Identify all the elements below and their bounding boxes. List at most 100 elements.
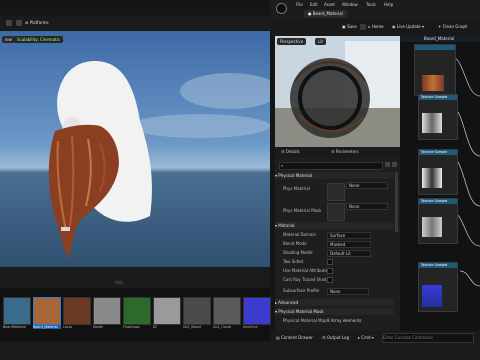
asset-label: Flowmaps xyxy=(123,325,140,329)
texture-preview xyxy=(422,168,442,188)
live-update-button[interactable]: ◉ Live Update ▾ xyxy=(392,24,424,29)
viewport[interactable]: iew Scalability: Cinematic xyxy=(0,31,270,267)
property-label: Cast Ray Traced Shad... xyxy=(283,277,331,282)
asset-thumbnail[interactable] xyxy=(243,297,271,325)
menu-item[interactable]: Window xyxy=(342,2,358,7)
scalability-badge[interactable]: Scalability: Cinematic xyxy=(14,36,64,43)
search-icon: ⌕ xyxy=(281,163,284,168)
asset-label: ID xyxy=(153,325,157,329)
material-preview[interactable]: Perspective Lit xyxy=(275,36,400,147)
content-drawer-button[interactable]: ▤ Content Drawer xyxy=(276,335,313,340)
lit-mode-button[interactable]: Lit xyxy=(315,38,326,45)
graph-node[interactable] xyxy=(414,44,456,96)
graph-node-texture-sample[interactable]: Texture Sample xyxy=(418,198,458,244)
asset-label: Innerline xyxy=(243,325,258,329)
viewport-bottom-bar xyxy=(0,267,270,288)
asset-tab[interactable]: ● Beard_Material xyxy=(304,10,347,18)
asset-label: Depth xyxy=(93,325,104,329)
property-dropdown[interactable]: Surface xyxy=(327,232,371,239)
settings-icon[interactable] xyxy=(385,162,390,167)
asset-thumbnail[interactable] xyxy=(123,297,151,325)
right-statusbar: ▤ Content Drawer ☰ Output Log ▸ Cmd ▾ En… xyxy=(270,331,480,360)
left-toolbar: ⊞ Platforms xyxy=(0,15,270,31)
material-graph[interactable]: Beard_Material Texture Sample Texture Sam… xyxy=(400,36,480,331)
home-button[interactable]: ⌂ Home xyxy=(368,24,384,29)
property-label: Use Material Attributes xyxy=(283,268,330,273)
phys-material-mask-label: Phys Material Mask xyxy=(283,208,322,213)
property-dropdown[interactable]: None xyxy=(327,288,369,295)
search-input[interactable]: ⌕ xyxy=(279,162,383,170)
section-physical-material-mask[interactable]: ▾ Physical Material Mask xyxy=(275,308,394,315)
menu-item[interactable]: Asset xyxy=(324,2,335,7)
property-dropdown[interactable]: Masked xyxy=(327,241,371,248)
asset-thumbnail[interactable] xyxy=(63,297,91,325)
section-physical-material[interactable]: ▾ Physical Material xyxy=(275,172,394,179)
phys-material-mask-thumb xyxy=(327,203,345,221)
menu-item[interactable]: File xyxy=(296,2,303,7)
texture-preview xyxy=(422,113,442,133)
toolbar-icon[interactable] xyxy=(16,20,22,26)
property-checkbox[interactable] xyxy=(327,277,333,283)
save-button[interactable]: ▣ Save xyxy=(342,24,357,29)
content-browser-strip: BeardMaterial Beard_Material Locks Depth Flo… xyxy=(0,289,271,341)
clean-graph-button[interactable]: ✦ Clean Graph xyxy=(438,24,468,29)
viewport-scene xyxy=(48,61,270,259)
asset-label: Go1_Beard xyxy=(183,325,202,329)
cmd-button[interactable]: ▸ Cmd ▾ xyxy=(358,335,374,340)
editor-toolbar: ▣ Save ⌂ Home ◉ Live Update ▾ ✦ Clean Gr… xyxy=(270,20,480,36)
physical-material-map-value: 8 Array elements xyxy=(327,318,362,323)
phys-material-mask-picker[interactable]: None xyxy=(346,203,388,210)
property-checkbox[interactable] xyxy=(327,268,333,274)
browse-icon[interactable] xyxy=(360,24,366,30)
details-scrollbar[interactable] xyxy=(395,172,398,232)
menu-item[interactable]: Edit xyxy=(310,2,318,7)
material-property-row: Cast Ray Traced Shad... xyxy=(275,276,393,283)
asset-thumbnail[interactable] xyxy=(93,297,121,325)
console-input[interactable]: Enter Console Command xyxy=(382,333,474,343)
tab-details[interactable]: ☰ Details xyxy=(277,147,304,157)
phys-material-picker[interactable]: None xyxy=(346,182,388,189)
chevron-down-icon: ▾ xyxy=(420,24,424,29)
view-mode-button[interactable]: Perspective xyxy=(277,38,307,45)
output-log-button[interactable]: ☰ Output Log xyxy=(322,335,349,340)
toolbar-icon[interactable] xyxy=(6,20,12,26)
panel-tabs: ☰ Details ☰ Parameters xyxy=(275,147,400,158)
platforms-button[interactable]: ⊞ Platforms xyxy=(25,19,49,26)
node-title: Texture Sample xyxy=(419,263,457,268)
property-checkbox[interactable] xyxy=(327,259,333,265)
material-editor-header: File Edit Asset Window Tools Help ● Beard_Mat… xyxy=(270,0,480,36)
physical-material-map-row: Physical Material Map 8 Array elements xyxy=(275,317,393,324)
preview-scene xyxy=(275,36,400,147)
property-label: Two Sided xyxy=(283,259,303,264)
phys-material-thumb xyxy=(327,183,345,201)
details-panel: ☰ Details ☰ Parameters ⌕ ▾ Physical Mate… xyxy=(275,147,400,331)
material-property-row: Use Material Attributes xyxy=(275,267,393,274)
graph-node-texture-sample[interactable]: Texture Sample xyxy=(418,149,458,195)
property-label: Shading Model xyxy=(283,250,313,255)
node-title: Texture Sample xyxy=(419,199,457,204)
menu-item[interactable]: Help xyxy=(384,2,393,7)
material-property-row: Two Sided xyxy=(275,258,393,265)
section-advanced[interactable]: ▸ Advanced xyxy=(275,299,394,306)
graph-node-texture-sample[interactable]: Texture Sample xyxy=(418,94,458,140)
property-label: Material Domain xyxy=(283,232,317,237)
texture-preview xyxy=(422,75,444,91)
gear-icon[interactable] xyxy=(392,162,397,167)
asset-thumbnail[interactable] xyxy=(183,297,211,325)
asset-thumbnail[interactable] xyxy=(33,297,61,325)
asset-thumbnail[interactable] xyxy=(3,297,31,325)
property-dropdown[interactable]: Default Lit xyxy=(327,250,371,257)
menu-item[interactable]: Tools xyxy=(366,2,376,7)
asset-thumbnail[interactable] xyxy=(213,297,241,325)
section-material[interactable]: ▾ Material xyxy=(275,222,394,229)
unreal-logo-icon xyxy=(276,3,287,14)
collapse-handle[interactable] xyxy=(115,281,123,284)
view-mode-button[interactable]: iew xyxy=(2,36,15,43)
tab-parameters[interactable]: ☰ Parameters xyxy=(327,147,363,157)
phys-material-label: Phys Material xyxy=(283,186,310,191)
graph-node-texture-sample[interactable]: Texture Sample xyxy=(418,262,458,312)
asset-thumbnail[interactable] xyxy=(153,297,181,325)
node-title: Texture Sample xyxy=(419,150,457,155)
property-label: Subsurface Profile xyxy=(283,288,320,293)
asset-label: Go1_Comb xyxy=(213,325,231,329)
